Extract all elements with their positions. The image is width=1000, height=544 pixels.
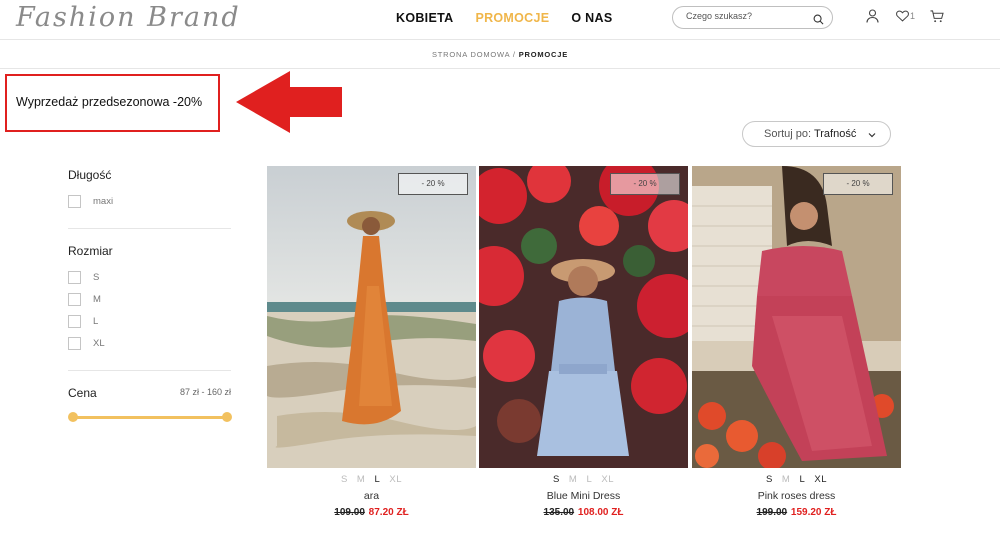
search-box [672,6,833,29]
product-price: 109.00 87.20 ZŁ [267,507,476,518]
sort-value: Trafność [813,128,857,140]
cart-icon[interactable] [930,9,944,23]
product-price: 135.00 108.00 ZŁ [479,507,688,518]
filter-length-title[interactable]: Długość [68,168,111,182]
nav-o-nas[interactable]: O NAS [571,11,612,25]
wishlist-button[interactable]: 1 [896,10,915,22]
filter-option-label: XL [93,338,105,349]
discount-badge: - 20 % [823,173,893,195]
size-option-xl[interactable]: XL [389,474,402,485]
breadcrumb: STRONA DOMOWA / PROMOCJE [0,40,1000,69]
site-header: Fashion Brand KOBIETA PROMOCJE O NAS 1 [0,0,1000,40]
price-slider-min-handle[interactable] [68,412,78,422]
divider [68,228,231,229]
sort-label: Sortuj po: [764,128,812,140]
size-list: S M L XL [479,474,688,485]
discount-badge: - 20 % [610,173,680,195]
filter-option-l[interactable]: L [68,315,98,328]
filter-option-label: L [93,316,99,327]
price-range-value: 87 zł - 160 zł [179,387,231,397]
size-option-m[interactable]: M [782,474,790,485]
price-slider-max-handle[interactable] [222,412,232,422]
old-price: 199.00 [756,507,788,518]
breadcrumb-home[interactable]: STRONA DOMOWA [432,50,510,59]
user-icon[interactable] [866,9,879,23]
size-option-m[interactable]: M [569,474,577,485]
size-option-xl[interactable]: XL [814,474,827,485]
red-arrow-icon [236,71,342,133]
filter-option-label: M [93,294,101,305]
header-icons: 1 [866,9,944,23]
filter-option-m[interactable]: M [68,293,101,306]
filter-size-title[interactable]: Rozmiar [68,244,113,258]
sale-price: 87.20 ZŁ [368,507,409,518]
breadcrumb-separator: / [512,50,516,59]
size-option-s[interactable]: S [341,474,348,485]
filter-option-xl[interactable]: XL [68,337,105,350]
breadcrumb-current: PROMOCJE [518,50,569,59]
filter-option-maxi[interactable]: maxi [68,195,113,208]
checkbox[interactable] [68,337,81,350]
product-image[interactable]: - 20 % [692,166,901,468]
divider [68,370,231,371]
discount-badge: - 20 % [398,173,468,195]
size-option-s[interactable]: S [766,474,773,485]
size-option-l[interactable]: L [374,474,380,485]
heart-icon [896,10,909,22]
size-option-xl[interactable]: XL [601,474,614,485]
nav-promocje[interactable]: PROMOCJE [475,11,549,25]
size-list: S M L XL [267,474,476,485]
promo-title: Wyprzedaż przedsezonowa -20% [16,95,203,109]
size-option-l[interactable]: L [586,474,592,485]
product-image[interactable]: - 20 % [479,166,688,468]
filter-option-s[interactable]: S [68,271,99,284]
filter-option-label: maxi [93,196,114,207]
main-nav: KOBIETA PROMOCJE O NAS [396,11,612,25]
checkbox[interactable] [68,271,81,284]
search-icon[interactable] [813,12,824,30]
size-option-l[interactable]: L [799,474,805,485]
search-input[interactable] [686,11,806,21]
product-name[interactable]: Blue Mini Dress [479,490,688,502]
size-list: S M L XL [692,474,901,485]
product-name[interactable]: Pink roses dress [692,490,901,502]
chevron-down-icon [868,123,876,147]
sale-price: 108.00 ZŁ [577,507,624,518]
checkbox[interactable] [68,315,81,328]
nav-kobieta[interactable]: KOBIETA [396,11,453,25]
promo-title-box: Wyprzedaż przedsezonowa -20% [5,74,220,132]
product-name[interactable]: ara [267,490,476,502]
size-option-s[interactable]: S [553,474,560,485]
sale-price: 159.20 ZŁ [790,507,837,518]
sort-dropdown[interactable]: Sortuj po: Trafność [742,121,891,147]
filter-option-label: S [93,272,100,283]
price-slider-track[interactable] [73,416,227,419]
old-price: 135.00 [543,507,575,518]
filter-price-title[interactable]: Cena [68,386,97,400]
wishlist-count: 1 [910,11,916,21]
checkbox[interactable] [68,293,81,306]
product-image[interactable]: - 20 % [267,166,476,468]
product-price: 199.00 159.20 ZŁ [692,507,901,518]
checkbox[interactable] [68,195,81,208]
size-option-m[interactable]: M [357,474,365,485]
brand-logo[interactable]: Fashion Brand [16,2,241,33]
old-price: 109.00 [334,507,365,518]
